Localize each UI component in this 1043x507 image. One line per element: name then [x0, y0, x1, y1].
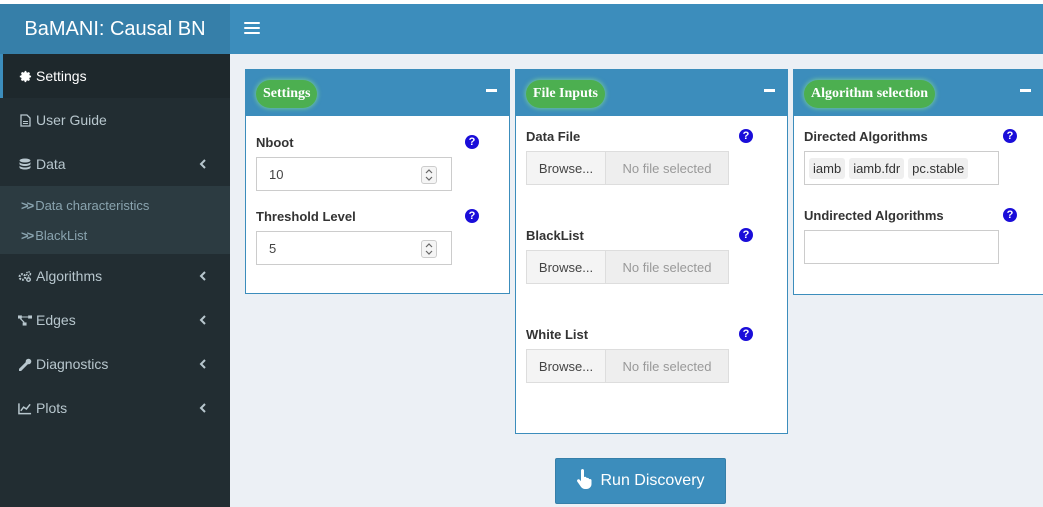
submenu-item-blacklist[interactable]: >> BlackList — [0, 220, 230, 250]
help-question-icon[interactable]: ? — [739, 327, 753, 341]
network-icon — [18, 313, 32, 327]
box-title: File Inputs — [526, 80, 605, 108]
wrench-icon — [18, 357, 32, 371]
sidebar: Settings User Guide Data >> Data charact… — [0, 54, 230, 507]
top-navbar — [230, 4, 1043, 54]
sidebar-item-settings[interactable]: Settings — [0, 54, 230, 98]
file-inputs-box: File Inputs Data File ? Browse... No fil… — [515, 69, 788, 434]
gear-icon — [18, 69, 32, 83]
double-chevron-right-icon: >> — [21, 227, 34, 243]
file-name-display: No file selected — [606, 349, 729, 383]
undirected-algorithms-select[interactable] — [804, 230, 999, 264]
pointing-hand-icon — [576, 468, 594, 494]
submenu-item-data-characteristics[interactable]: >> Data characteristics — [0, 190, 230, 220]
sidebar-item-plots[interactable]: Plots — [0, 386, 230, 430]
blacklist-file-input: Browse... No file selected — [526, 250, 729, 284]
file-pdf-icon — [18, 113, 32, 127]
help-question-icon[interactable]: ? — [1003, 129, 1017, 143]
sidebar-item-edges[interactable]: Edges — [0, 298, 230, 342]
sidebar-item-label: Diagnostics — [36, 356, 109, 372]
box-header: File Inputs — [516, 70, 787, 116]
database-icon — [18, 157, 32, 171]
browse-button[interactable]: Browse... — [526, 250, 606, 284]
whitelist-label: White List — [526, 327, 589, 342]
whitelist-file-input: Browse... No file selected — [526, 349, 729, 383]
sidebar-item-label: Data — [36, 156, 66, 172]
data-file-label: Data File — [526, 129, 581, 144]
chevron-left-icon — [199, 315, 206, 325]
data-submenu: >> Data characteristics >> BlackList — [0, 186, 230, 254]
blacklist-label: BlackList — [526, 228, 584, 243]
submenu-item-label: BlackList — [35, 227, 88, 243]
selected-tag[interactable]: iamb.fdr — [849, 157, 905, 179]
sidebar-item-label: Algorithms — [36, 268, 103, 284]
app-title: BaMANI: Causal BN — [24, 17, 206, 40]
sidebar-item-label: Edges — [36, 312, 76, 328]
sidebar-toggle-hamburger-icon[interactable] — [244, 19, 260, 39]
box-title: Algorithm selection — [804, 80, 936, 108]
chevron-left-icon — [199, 403, 206, 413]
chevron-left-icon — [199, 271, 206, 281]
sidebar-item-label: User Guide — [36, 112, 107, 128]
gears-icon — [18, 269, 32, 283]
collapse-minus-icon[interactable] — [1020, 89, 1031, 92]
file-name-display: No file selected — [606, 250, 729, 284]
help-question-icon[interactable]: ? — [465, 135, 479, 149]
line-chart-icon — [18, 401, 32, 415]
help-question-icon[interactable]: ? — [1003, 208, 1017, 222]
threshold-value: 5 — [269, 240, 277, 256]
threshold-label: Threshold Level — [256, 209, 356, 224]
nboot-label: Nboot — [256, 135, 294, 150]
data-file-input: Browse... No file selected — [526, 151, 729, 185]
help-question-icon[interactable]: ? — [739, 129, 753, 143]
undirected-algorithms-label: Undirected Algorithms — [804, 208, 944, 223]
sidebar-item-diagnostics[interactable]: Diagnostics — [0, 342, 230, 386]
help-question-icon[interactable]: ? — [465, 209, 479, 223]
submenu-item-label: Data characteristics — [35, 197, 150, 213]
box-title: Settings — [256, 80, 318, 108]
run-discovery-label: Run Discovery — [600, 472, 705, 489]
nboot-value: 10 — [269, 166, 284, 182]
directed-algorithms-select[interactable]: iamb iamb.fdr pc.stable — [804, 151, 999, 185]
number-spinner-icon[interactable] — [421, 240, 437, 258]
selected-tag[interactable]: iamb — [809, 157, 846, 179]
chevron-left-icon — [199, 359, 206, 369]
chevron-left-icon — [199, 159, 206, 169]
help-question-icon[interactable]: ? — [739, 228, 753, 242]
threshold-input[interactable]: 5 — [256, 231, 452, 265]
directed-algorithms-label: Directed Algorithms — [804, 129, 928, 144]
browse-button[interactable]: Browse... — [526, 151, 606, 185]
box-header: Algorithm selection — [794, 70, 1043, 116]
sidebar-item-algorithms[interactable]: Algorithms — [0, 254, 230, 298]
file-name-display: No file selected — [606, 151, 729, 185]
app-logo[interactable]: BaMANI: Causal BN — [0, 4, 230, 54]
box-header: Settings — [246, 70, 509, 116]
sidebar-item-data[interactable]: Data — [0, 142, 230, 186]
run-discovery-button[interactable]: Run Discovery — [555, 458, 726, 504]
settings-box: Settings Nboot ? 10 Threshold Level ? 5 — [245, 69, 510, 294]
sidebar-item-user-guide[interactable]: User Guide — [0, 98, 230, 142]
collapse-minus-icon[interactable] — [486, 89, 497, 92]
sidebar-item-label: Settings — [36, 68, 87, 84]
double-chevron-right-icon: >> — [21, 197, 34, 213]
collapse-minus-icon[interactable] — [764, 89, 775, 92]
algorithm-selection-box: Algorithm selection Directed Algorithms … — [793, 69, 1043, 295]
browse-button[interactable]: Browse... — [526, 349, 606, 383]
number-spinner-icon[interactable] — [421, 166, 437, 184]
sidebar-item-label: Plots — [36, 400, 68, 416]
selected-tag[interactable]: pc.stable — [908, 157, 969, 179]
nboot-input[interactable]: 10 — [256, 157, 452, 191]
